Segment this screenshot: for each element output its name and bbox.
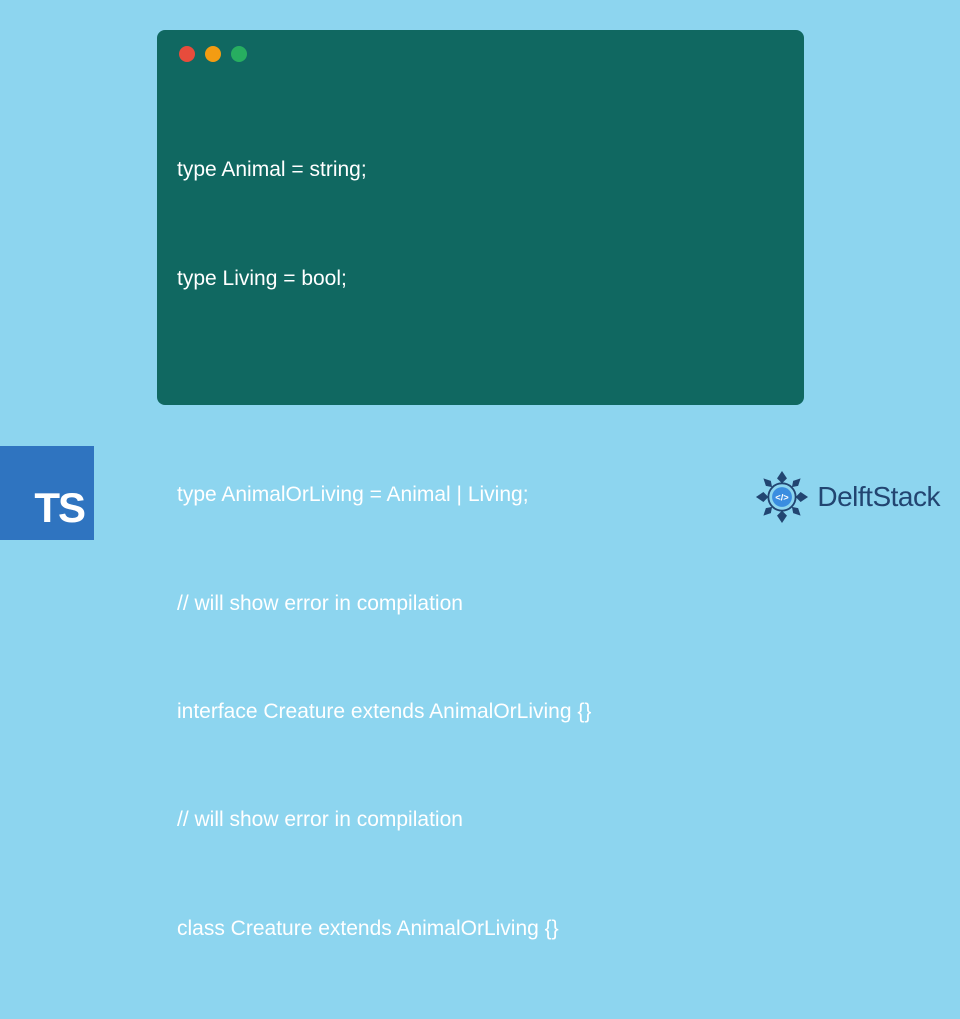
- code-window: type Animal = string; type Living = bool…: [157, 30, 804, 405]
- minimize-icon: [205, 46, 221, 62]
- brand-logo-container: </> DelftStack: [751, 466, 940, 528]
- svg-text:</>: </>: [776, 493, 790, 503]
- close-icon: [179, 46, 195, 62]
- code-line: type Living = bool;: [177, 261, 784, 297]
- code-line: // will show error in compilation: [177, 802, 784, 838]
- window-traffic-lights: [179, 46, 784, 62]
- code-line: // will show error in compilation: [177, 586, 784, 622]
- code-line: class Creature extends AnimalOrLiving {}: [177, 911, 784, 947]
- typescript-badge: TS: [0, 446, 94, 540]
- code-line: type Animal = string;: [177, 152, 784, 188]
- code-line: [177, 369, 784, 405]
- maximize-icon: [231, 46, 247, 62]
- brand-icon: </>: [751, 466, 813, 528]
- typescript-badge-label: TS: [34, 484, 84, 532]
- brand-label: DelftStack: [817, 481, 940, 513]
- code-line: type AnimalOrLiving = Animal | Living;: [177, 477, 784, 513]
- code-line: interface Creature extends AnimalOrLivin…: [177, 694, 784, 730]
- code-content: type Animal = string; type Living = bool…: [177, 80, 784, 1019]
